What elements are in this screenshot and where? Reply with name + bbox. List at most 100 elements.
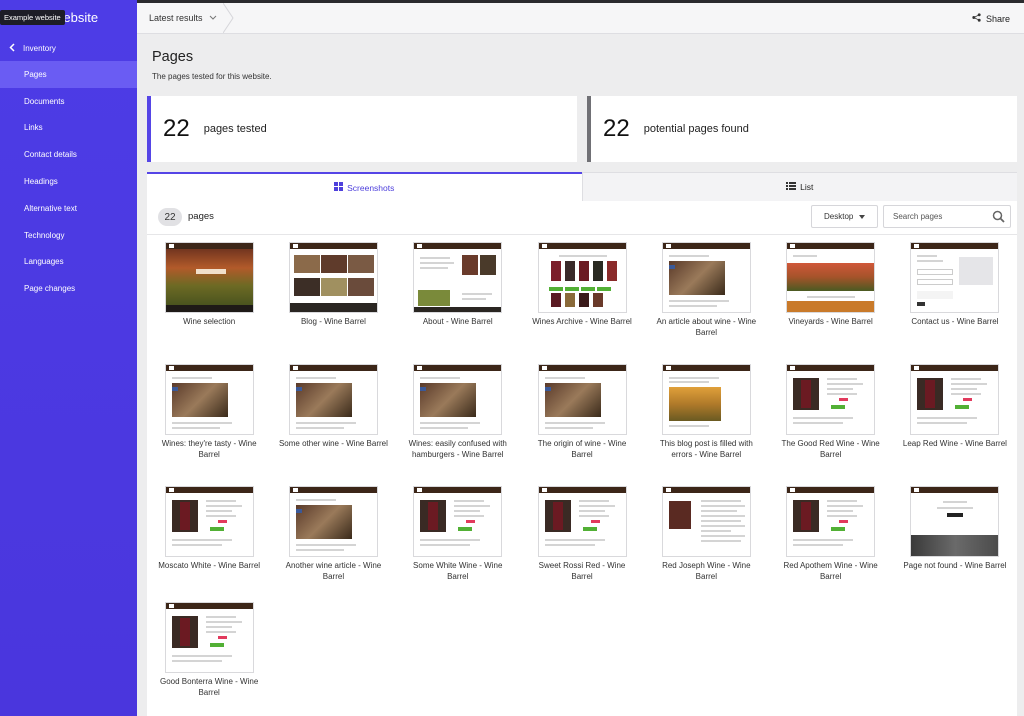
page-screenshot-thumbnail[interactable] (786, 242, 876, 313)
page-screenshot-thumbnail[interactable] (910, 486, 1000, 557)
search-icon[interactable] (992, 210, 1005, 228)
page-title-caption[interactable]: Red Joseph Wine - Wine Barrel (651, 561, 761, 582)
thumbnail-detail (793, 539, 854, 541)
page-card[interactable]: Wine selection (147, 242, 271, 364)
thumbnail-detail (289, 303, 377, 312)
page-card[interactable]: Sweet Rossi Red - Wine Barrel (520, 486, 644, 602)
page-screenshot-thumbnail[interactable] (288, 486, 378, 557)
page-card[interactable]: Red Joseph Wine - Wine Barrel (644, 486, 768, 602)
page-screenshot-thumbnail[interactable] (413, 242, 503, 313)
sidebar-item-contact-details[interactable]: Contact details (0, 141, 137, 168)
page-card[interactable]: The origin of wine - Wine Barrel (520, 364, 644, 486)
page-screenshot-thumbnail[interactable] (661, 364, 751, 435)
page-screenshot-thumbnail[interactable] (786, 364, 876, 435)
tab-list[interactable]: List (581, 172, 1017, 201)
list-icon (786, 182, 800, 192)
sidebar-item-pages[interactable]: Pages (0, 61, 137, 88)
page-card[interactable]: Red Apothem Wine - Wine Barrel (768, 486, 892, 602)
page-title-caption[interactable]: Page not found - Wine Barrel (900, 561, 1010, 572)
page-title-caption[interactable]: An article about wine - Wine Barrel (651, 317, 761, 338)
page-card[interactable]: Page not found - Wine Barrel (893, 486, 1017, 602)
thumbnail-detail (917, 291, 954, 299)
page-card[interactable]: About - Wine Barrel (396, 242, 520, 364)
page-card[interactable]: Another wine article - Wine Barrel (271, 486, 395, 602)
page-screenshot-thumbnail[interactable] (537, 486, 627, 557)
page-title-caption[interactable]: Wine selection (154, 317, 264, 328)
thumbnail-detail (544, 377, 585, 379)
page-card[interactable]: An article about wine - Wine Barrel (644, 242, 768, 364)
page-card[interactable]: Wines: easily confused with hamburgers -… (396, 364, 520, 486)
page-screenshot-thumbnail[interactable] (164, 242, 254, 313)
thumbnail-detail (552, 502, 563, 530)
page-title-caption[interactable]: Some White Wine - Wine Barrel (403, 561, 513, 582)
thumbnail-detail (420, 539, 481, 541)
page-screenshot-thumbnail[interactable] (910, 242, 1000, 313)
search-input[interactable] (884, 206, 984, 227)
page-title-caption[interactable]: The origin of wine - Wine Barrel (527, 439, 637, 460)
chevron-down-icon (209, 15, 217, 22)
page-title-caption[interactable]: Sweet Rossi Red - Wine Barrel (527, 561, 637, 582)
share-button[interactable]: Share (972, 13, 1010, 24)
page-title-caption[interactable]: About - Wine Barrel (403, 317, 513, 328)
page-screenshot-thumbnail[interactable] (537, 364, 627, 435)
page-title-caption[interactable]: Contact us - Wine Barrel (900, 317, 1010, 328)
sidebar-item-links[interactable]: Links (0, 115, 137, 142)
sidebar-item-alternative-text[interactable]: Alternative text (0, 195, 137, 222)
tab-screenshots[interactable]: Screenshots (147, 172, 582, 201)
page-screenshot-thumbnail[interactable] (288, 364, 378, 435)
page-title-caption[interactable]: Vineyards - Wine Barrel (776, 317, 886, 328)
sidebar-item-languages[interactable]: Languages (0, 249, 137, 276)
thumbnail-detail (289, 487, 377, 493)
page-card[interactable]: Blog - Wine Barrel (271, 242, 395, 364)
page-title-caption[interactable]: Red Apothem Wine - Wine Barrel (776, 561, 886, 582)
thumbnail-detail (179, 502, 190, 530)
page-title-caption[interactable]: Leap Red Wine - Wine Barrel (900, 439, 1010, 450)
page-title-caption[interactable]: Moscato White - Wine Barrel (154, 561, 264, 572)
page-screenshot-thumbnail[interactable] (786, 486, 876, 557)
page-screenshot-thumbnail[interactable] (537, 242, 627, 313)
page-card[interactable]: Wines Archive - Wine Barrel (520, 242, 644, 364)
page-title-caption[interactable]: The Good Red Wine - Wine Barrel (776, 439, 886, 460)
page-card[interactable]: Vineyards - Wine Barrel (768, 242, 892, 364)
device-select[interactable]: Desktop (811, 205, 878, 228)
breadcrumb[interactable]: Latest results (149, 13, 217, 23)
thumbnail-detail (171, 660, 222, 662)
page-title-caption[interactable]: Some other wine - Wine Barrel (278, 439, 388, 450)
page-card[interactable]: Wines: they're tasty - Wine Barrel (147, 364, 271, 486)
page-screenshot-thumbnail[interactable] (164, 486, 254, 557)
page-title-caption[interactable]: Good Bonterra Wine - Wine Barrel (154, 677, 264, 698)
page-screenshot-thumbnail[interactable] (910, 364, 1000, 435)
page-card[interactable]: This blog post is filled with errors - W… (644, 364, 768, 486)
page-card[interactable]: The Good Red Wine - Wine Barrel (768, 364, 892, 486)
sidebar-item-page-changes[interactable]: Page changes (0, 275, 137, 302)
sidebar-item-headings[interactable]: Headings (0, 168, 137, 195)
page-card[interactable]: Good Bonterra Wine - Wine Barrel (147, 602, 271, 716)
sidebar-item-documents[interactable]: Documents (0, 88, 137, 115)
page-screenshot-thumbnail[interactable] (164, 602, 254, 673)
page-card[interactable]: Leap Red Wine - Wine Barrel (893, 364, 1017, 486)
thumbnail-detail (544, 387, 551, 391)
page-title-caption[interactable]: Blog - Wine Barrel (278, 317, 388, 328)
page-screenshot-thumbnail[interactable] (413, 364, 503, 435)
thumbnail-detail (665, 366, 671, 370)
thumbnail-detail (959, 257, 994, 285)
page-screenshot-thumbnail[interactable] (661, 486, 751, 557)
thumbnail-detail (564, 261, 575, 281)
page-title-caption[interactable]: Another wine article - Wine Barrel (278, 561, 388, 582)
page-screenshot-thumbnail[interactable] (288, 242, 378, 313)
sidebar-item-technology[interactable]: Technology (0, 222, 137, 249)
page-title-caption[interactable]: Wines: easily confused with hamburgers -… (403, 439, 513, 460)
page-card[interactable]: Some other wine - Wine Barrel (271, 364, 395, 486)
page-title-caption[interactable]: Wines: they're tasty - Wine Barrel (154, 439, 264, 460)
page-screenshot-thumbnail[interactable] (413, 486, 503, 557)
back-to-inventory[interactable]: Inventory (0, 38, 137, 58)
page-card[interactable]: Contact us - Wine Barrel (893, 242, 1017, 364)
page-screenshot-thumbnail[interactable] (164, 364, 254, 435)
page-title-caption[interactable]: Wines Archive - Wine Barrel (527, 317, 637, 328)
page-card[interactable]: Some White Wine - Wine Barrel (396, 486, 520, 602)
tab-label: Screenshots (347, 182, 395, 193)
page-title-caption[interactable]: This blog post is filled with errors - W… (651, 439, 761, 460)
page-screenshot-thumbnail[interactable] (661, 242, 751, 313)
thumbnail-detail (700, 520, 741, 522)
page-card[interactable]: Moscato White - Wine Barrel (147, 486, 271, 602)
